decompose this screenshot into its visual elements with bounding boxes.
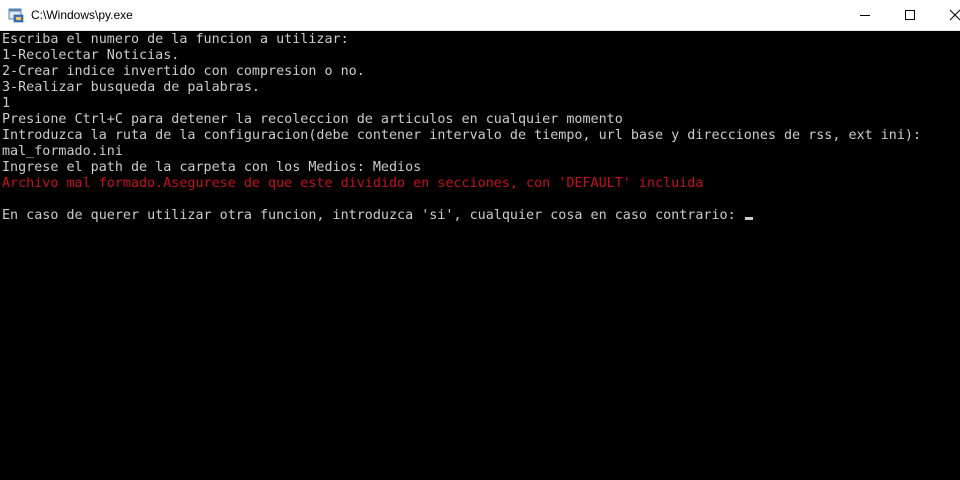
python-launcher-icon	[8, 7, 24, 23]
console-window: C:\Windows\py.exe Escriba el numero de l…	[0, 0, 960, 480]
title-bar[interactable]: C:\Windows\py.exe	[0, 0, 960, 31]
error-message-line: Archivo mal formado.Asegurese de que est…	[2, 176, 704, 191]
maximize-button[interactable]	[887, 0, 933, 30]
close-button[interactable]	[932, 0, 960, 30]
console-line: Escriba el numero de la funcion a utiliz…	[2, 32, 349, 47]
console-line: Introduzca la ruta de la configuracion(d…	[2, 128, 922, 143]
minimize-button[interactable]	[842, 0, 888, 30]
console-line: 3-Realizar busqueda de palabras.	[2, 80, 260, 95]
input-prompt-line[interactable]: En caso de querer utilizar otra funcion,…	[2, 208, 753, 224]
window-title: C:\Windows\py.exe	[31, 8, 133, 22]
console-line: 1-Recolectar Noticias.	[2, 48, 180, 63]
console-line: Ingrese el path de la carpeta con los Me…	[2, 160, 422, 175]
prompt-text: En caso de querer utilizar otra funcion,…	[2, 208, 744, 223]
console-output[interactable]: Escriba el numero de la funcion a utiliz…	[0, 31, 960, 480]
console-line: 2-Crear indice invertido con compresion …	[2, 64, 365, 79]
minimize-icon	[860, 15, 870, 16]
console-line: mal_formado.ini	[2, 144, 123, 159]
console-line: 1	[2, 96, 11, 111]
maximize-icon	[905, 10, 915, 20]
close-icon	[949, 9, 960, 21]
console-line: Presione Ctrl+C para detener la recolecc…	[2, 112, 623, 127]
text-cursor	[744, 217, 753, 220]
